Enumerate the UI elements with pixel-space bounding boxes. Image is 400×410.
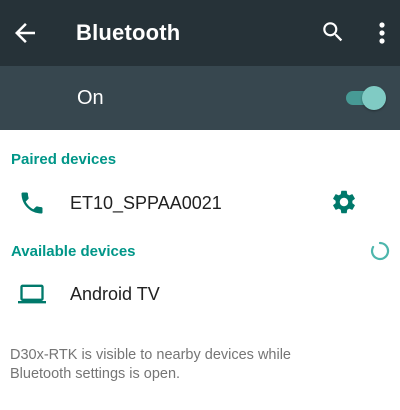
progress-spinner-icon <box>369 240 391 262</box>
search-button[interactable] <box>320 19 346 45</box>
available-devices-header: Available devices <box>11 243 136 260</box>
search-icon <box>323 22 343 42</box>
paired-device-name: ET10_SPPAA0021 <box>70 193 222 213</box>
laptop-icon <box>18 280 46 308</box>
paired-device-row[interactable]: ET10_SPPAA0021 <box>0 178 400 226</box>
available-device-name: Android TV <box>70 284 160 304</box>
device-settings-button[interactable] <box>330 188 358 216</box>
toggle-thumb <box>362 86 386 110</box>
bluetooth-master-switch-bar[interactable]: On <box>0 66 400 130</box>
available-device-row[interactable]: Android TV <box>0 270 400 318</box>
page-title: Bluetooth <box>76 20 181 45</box>
visibility-info-text: D30x-RTK is visible to nearby devices wh… <box>10 347 291 382</box>
more-options-button[interactable] <box>370 19 394 47</box>
more-vert-icon <box>379 22 385 44</box>
paired-devices-header: Paired devices <box>11 151 117 168</box>
phone-icon <box>18 189 46 217</box>
app-bar: Bluetooth <box>0 0 400 66</box>
switch-label: On <box>77 87 104 109</box>
gear-icon <box>333 190 355 214</box>
bluetooth-toggle[interactable] <box>344 86 388 110</box>
arrow-back-icon <box>15 23 35 43</box>
back-button[interactable] <box>10 18 40 48</box>
